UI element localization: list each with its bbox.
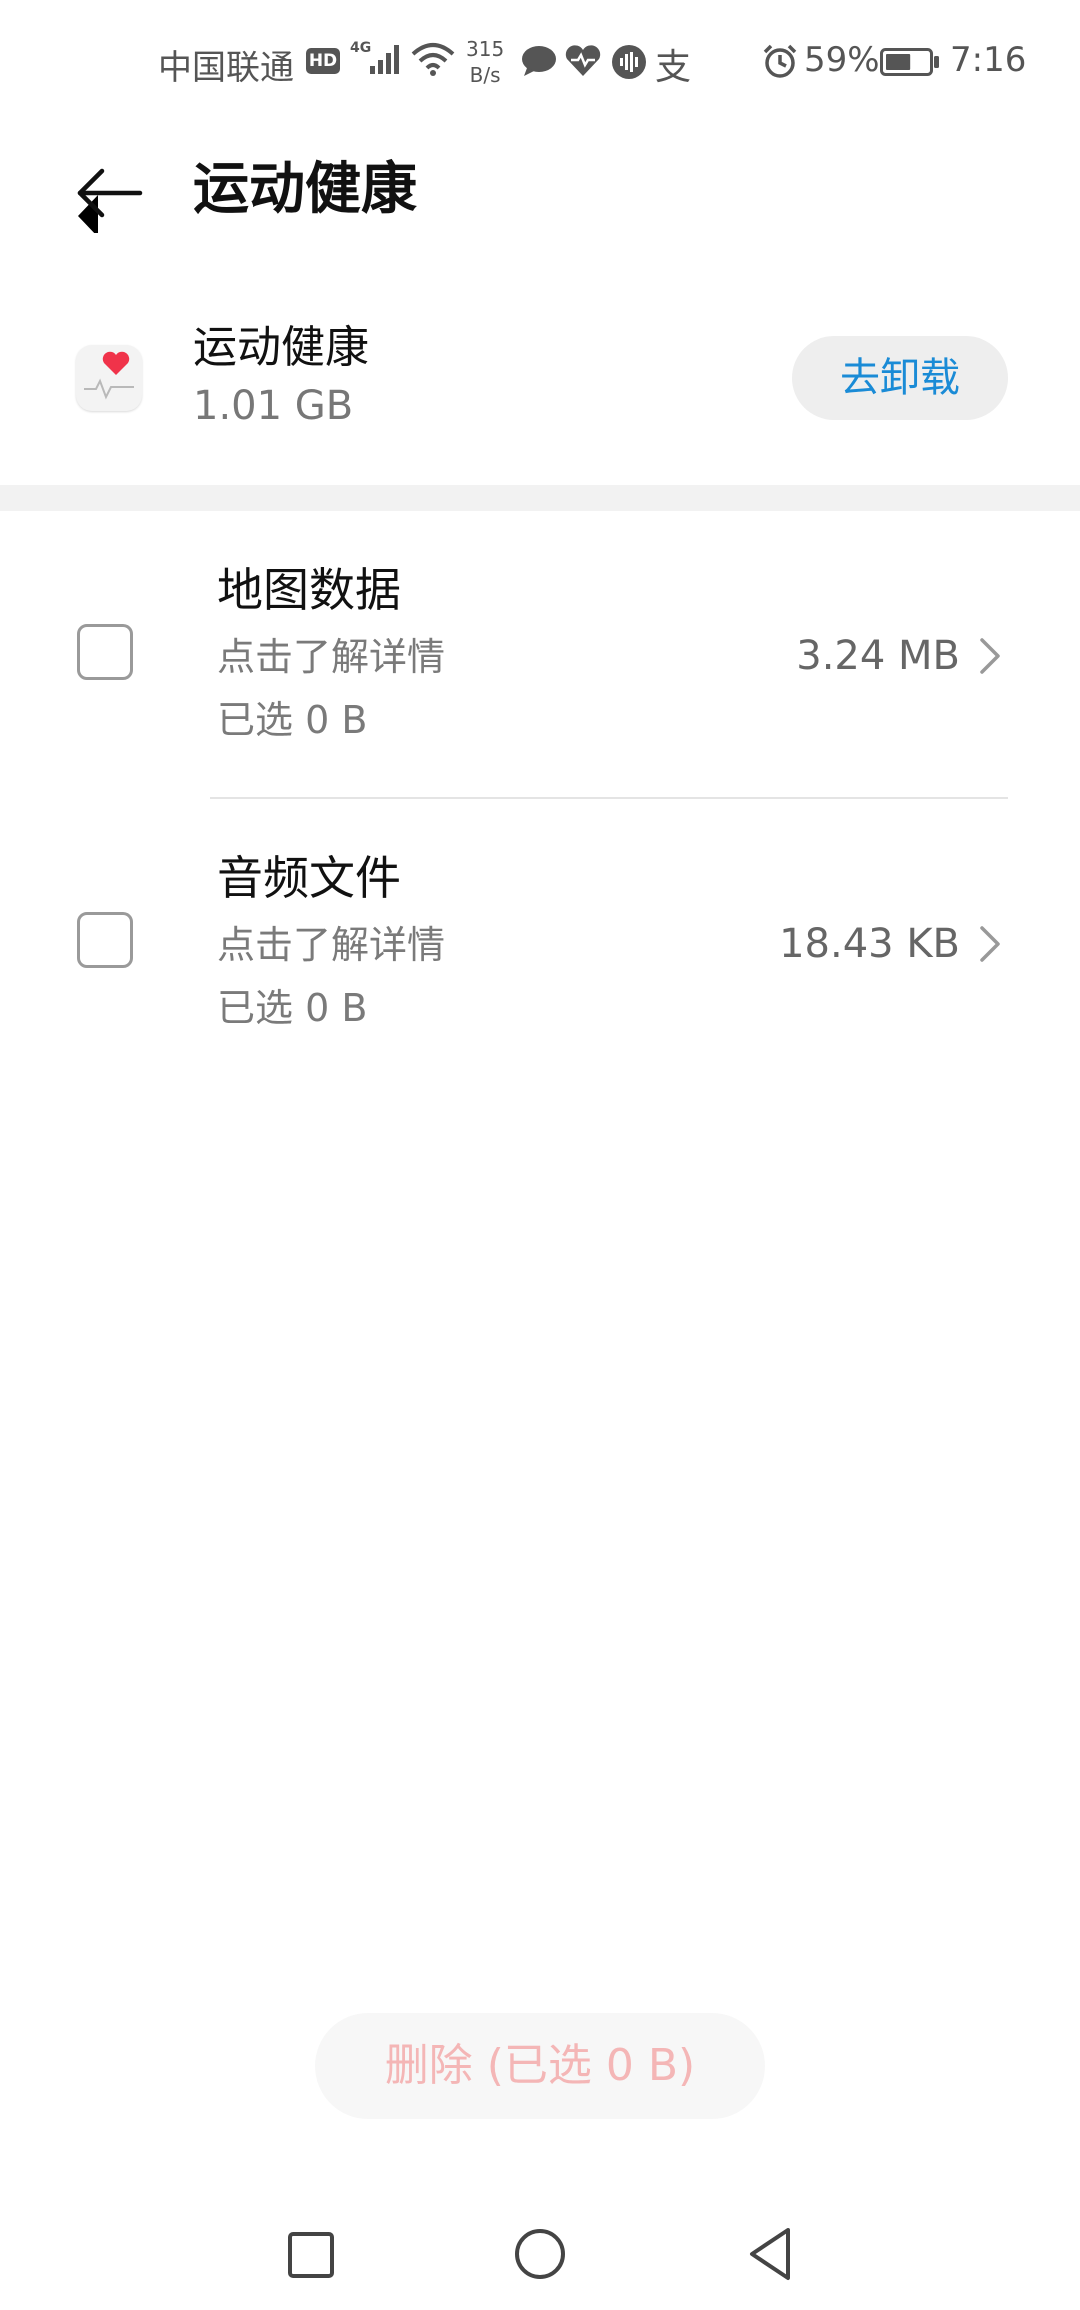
- chevron-right-icon[interactable]: [978, 636, 1002, 676]
- alipay-icon: 支: [655, 47, 692, 88]
- section-divider: [0, 485, 1080, 511]
- battery-icon: [880, 48, 940, 80]
- checkbox[interactable]: [77, 912, 133, 968]
- audio-wave-icon: [611, 44, 647, 84]
- wifi-icon: [410, 42, 456, 82]
- carrier-name: 中国联通: [158, 48, 294, 88]
- checkbox[interactable]: [77, 624, 133, 680]
- battery-percent: 59%: [804, 40, 880, 80]
- net-speed-unit: B/s: [469, 63, 501, 87]
- chevron-right-icon[interactable]: [978, 924, 1002, 964]
- item-selected-size: 已选 0 B: [217, 986, 368, 1030]
- back-arrow-icon[interactable]: [68, 153, 148, 237]
- page-title: 运动健康: [193, 157, 417, 222]
- list-item-map-data[interactable]: 地图数据 点击了解详情 已选 0 B 3.24 MB: [0, 512, 1080, 800]
- health-heart-icon: [564, 44, 602, 82]
- item-size: 3.24 MB: [796, 633, 960, 679]
- item-description: 点击了解详情: [217, 635, 446, 679]
- navigation-bar: [0, 2200, 1080, 2310]
- app-info-row: 运动健康 1.01 GB 去卸载: [0, 310, 1080, 460]
- item-title: 地图数据: [217, 563, 401, 617]
- item-divider: [210, 797, 1008, 799]
- list-item-audio-files[interactable]: 音频文件 点击了解详情 已选 0 B 18.43 KB: [0, 800, 1080, 1088]
- clock-time: 7:16: [950, 40, 1027, 80]
- status-bar: 中国联通 HD 4G 315 B/s 支 59% 7:16: [0, 0, 1080, 125]
- delete-button[interactable]: 删除 (已选 0 B): [315, 2013, 765, 2119]
- home-icon[interactable]: [512, 2226, 568, 2286]
- chat-icon: [520, 44, 558, 82]
- app-bar: 运动健康: [0, 125, 1080, 255]
- net-speed: 315 B/s: [466, 36, 504, 88]
- back-icon[interactable]: [742, 2224, 798, 2288]
- app-name: 运动健康: [193, 322, 369, 373]
- app-size: 1.01 GB: [193, 383, 354, 429]
- item-title: 音频文件: [217, 851, 401, 905]
- item-size: 18.43 KB: [779, 921, 960, 967]
- signal-icon: [360, 42, 406, 80]
- hd-icon: HD: [306, 48, 340, 74]
- net-speed-value: 315: [466, 37, 505, 61]
- alarm-icon: [762, 43, 798, 83]
- uninstall-button[interactable]: 去卸载: [792, 336, 1008, 420]
- recent-apps-icon[interactable]: [286, 2230, 336, 2284]
- item-selected-size: 已选 0 B: [217, 698, 368, 742]
- health-app-icon: [76, 345, 142, 411]
- item-description: 点击了解详情: [217, 923, 446, 967]
